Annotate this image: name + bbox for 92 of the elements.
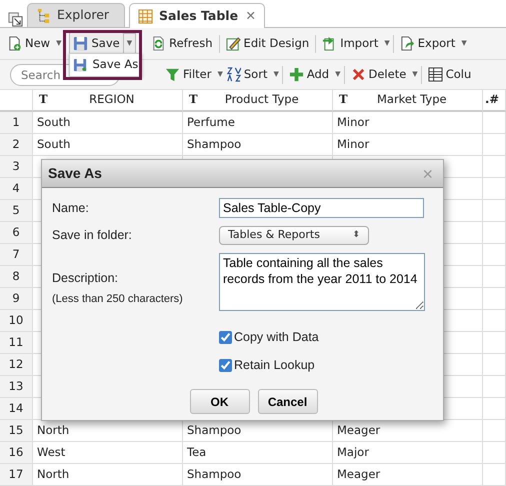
table-cell: West <box>33 442 183 464</box>
row-number: 13 <box>0 376 33 398</box>
text-type-icon: T <box>339 91 348 109</box>
checkbox-label: Copy with Data <box>234 328 319 346</box>
table-cell <box>483 420 506 442</box>
cancel-button[interactable]: Cancel <box>258 389 318 414</box>
table-cell: South <box>33 134 183 156</box>
table-cell <box>483 464 506 486</box>
table-cell <box>483 222 506 244</box>
toolbar-button[interactable]: Delete <box>348 64 410 86</box>
table-cell <box>483 288 506 310</box>
row-number: 14 <box>0 398 33 420</box>
table-cell <box>483 244 506 266</box>
refresh-icon <box>151 36 166 51</box>
export-icon <box>400 36 415 51</box>
table-cell <box>483 442 506 464</box>
toolbar-button[interactable]: Sort <box>222 64 270 86</box>
table-cell: Shampoo <box>183 464 333 486</box>
toolbar-button[interactable]: Refresh <box>148 32 216 54</box>
row-number: 1 <box>0 112 33 134</box>
column-header[interactable]: T REGION <box>33 90 183 112</box>
checkbox[interactable] <box>219 330 232 344</box>
table-cell <box>483 156 506 178</box>
table-cell: Minor <box>333 134 483 156</box>
name-field[interactable]: Sales Table-Copy <box>219 198 424 218</box>
filter-icon <box>165 67 180 82</box>
row-number: 11 <box>0 332 33 354</box>
toolbar-button[interactable]: Import <box>319 32 382 54</box>
text-type-icon: T <box>39 91 48 109</box>
table-cell <box>483 398 506 420</box>
tab[interactable]: Sales Table ✕ <box>129 3 265 28</box>
close-icon[interactable]: ✕ <box>246 6 256 26</box>
table-cell <box>483 112 506 134</box>
table-icon <box>138 8 153 24</box>
table-cell <box>483 178 506 200</box>
row-number: 4 <box>0 178 33 200</box>
column-header[interactable]: T Product Type <box>183 90 333 112</box>
table-cell <box>483 310 506 332</box>
ok-button[interactable]: OK <box>190 389 250 414</box>
column-header[interactable]: T Market Type <box>333 90 483 112</box>
table-cell <box>483 354 506 376</box>
checkbox-label: Retain Lookup <box>234 356 315 374</box>
field-label: Save in folder: <box>52 227 133 244</box>
field-label: Name: <box>52 200 90 217</box>
row-number: 9 <box>0 288 33 310</box>
row-number: 5 <box>0 200 33 222</box>
toolbar-button[interactable]: Colu <box>424 64 474 86</box>
pencil-icon <box>226 36 241 51</box>
table-cell: South <box>33 112 183 134</box>
table-cell: Meager <box>333 464 483 486</box>
table-cell: Shampoo <box>183 134 333 156</box>
toolbar-button[interactable]: Export <box>396 32 458 54</box>
save-as-icon <box>73 58 88 72</box>
table-cell: Minor <box>333 112 483 134</box>
folder-select[interactable]: Tables & Reports ⬍ <box>219 226 369 245</box>
table-cell <box>483 134 506 156</box>
row-number: 8 <box>0 266 33 288</box>
tab[interactable]: Explorer <box>27 3 125 27</box>
row-number: 7 <box>0 244 33 266</box>
row-number: 12 <box>0 354 33 376</box>
columns-icon <box>428 67 443 82</box>
new-document-icon <box>7 36 22 51</box>
row-number: 17 <box>0 464 33 486</box>
field-hint: (Less than 250 characters) <box>52 292 184 307</box>
row-number: 6 <box>0 222 33 244</box>
text-type-icon: T <box>189 91 198 109</box>
table-cell <box>483 266 506 288</box>
toolbar-button[interactable]: Filter <box>162 64 214 86</box>
row-number: 16 <box>0 442 33 464</box>
table-cell: Tea <box>183 442 333 464</box>
toolbar-button[interactable]: New <box>4 32 54 54</box>
table-cell <box>483 200 506 222</box>
table-cell: Perfume <box>183 112 333 134</box>
sort-icon <box>226 67 241 82</box>
table-cell: North <box>33 464 183 486</box>
row-number: 2 <box>0 134 33 156</box>
description-field[interactable]: Table containing all the sales records from the year 2011 to 2014 <box>219 253 425 311</box>
field-label: Description: <box>52 270 119 287</box>
column-header[interactable]: .# <box>483 90 506 112</box>
table-cell: Major <box>333 442 483 464</box>
dialog-title: Save As <box>48 164 102 183</box>
toolbar-button[interactable]: Edit Design <box>222 32 312 54</box>
table-cell <box>483 332 506 354</box>
table-cell <box>483 376 506 398</box>
row-number: 3 <box>0 156 33 178</box>
checkbox[interactable] <box>219 358 232 372</box>
toolbar-button[interactable]: Add <box>286 64 332 86</box>
folder-tree-icon <box>36 8 51 23</box>
add-icon <box>288 67 304 82</box>
row-number: 10 <box>0 310 33 332</box>
delete-icon <box>350 67 366 82</box>
row-number: 15 <box>0 420 33 442</box>
